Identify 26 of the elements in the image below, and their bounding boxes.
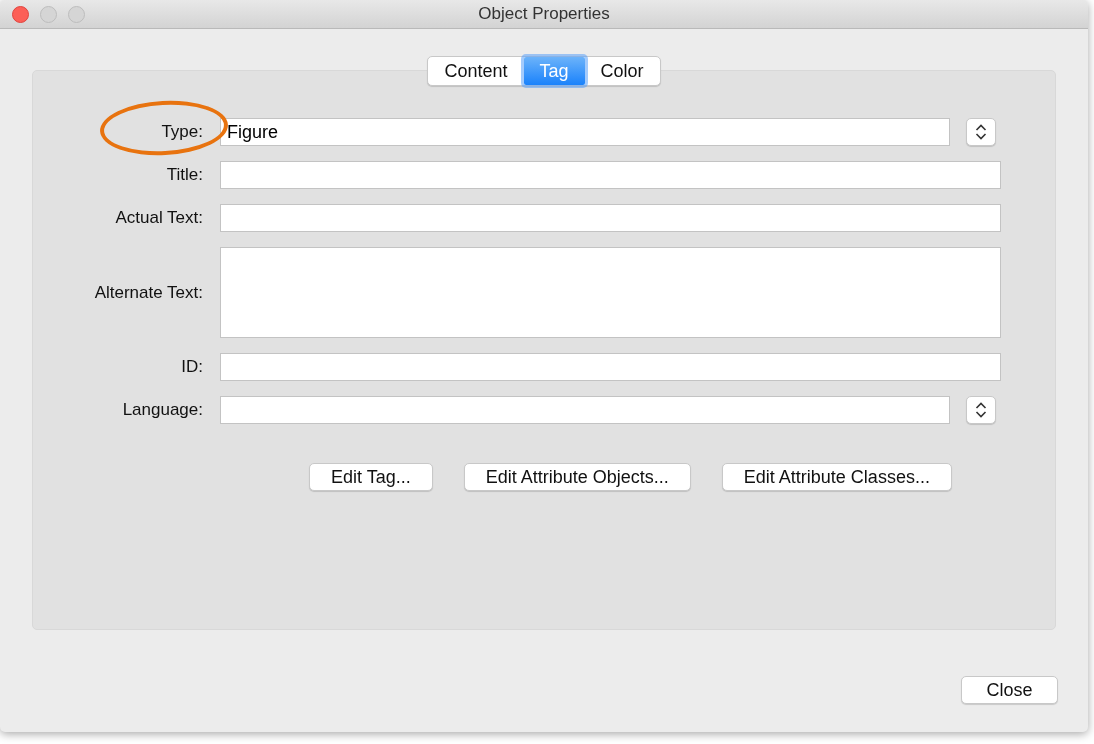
combo-field[interactable]: Figure	[220, 118, 950, 146]
combo-field[interactable]	[220, 396, 950, 424]
up-down-chevron-icon	[975, 123, 987, 141]
edit-button[interactable]: Edit Tag...	[309, 463, 433, 491]
field-label: Title:	[165, 165, 203, 185]
edit-button[interactable]: Edit Attribute Classes...	[721, 463, 952, 491]
close-window-icon[interactable]	[12, 5, 29, 23]
text-area[interactable]	[220, 247, 1001, 338]
stepper-button[interactable]	[966, 396, 996, 424]
edit-button[interactable]: Edit Attribute Objects...	[463, 463, 691, 491]
up-down-chevron-icon	[975, 401, 987, 419]
field-label: Alternate Text:	[93, 282, 203, 303]
text-field[interactable]	[220, 204, 1001, 232]
tab[interactable]: Content	[428, 57, 524, 85]
field-label: Type:	[160, 122, 203, 142]
field-label: Language:	[121, 400, 203, 420]
zoom-window-icon[interactable]	[68, 5, 85, 23]
minimize-window-icon[interactable]	[40, 5, 57, 23]
tab[interactable]: Color	[584, 57, 660, 85]
text-field[interactable]	[220, 353, 1001, 381]
window-title: Object Properties	[478, 4, 610, 24]
field-label: Actual Text:	[114, 208, 203, 228]
stepper-button[interactable]	[966, 118, 996, 146]
close-button[interactable]: Close	[961, 676, 1058, 704]
field-label: ID:	[180, 357, 203, 377]
text-field[interactable]	[220, 161, 1001, 189]
